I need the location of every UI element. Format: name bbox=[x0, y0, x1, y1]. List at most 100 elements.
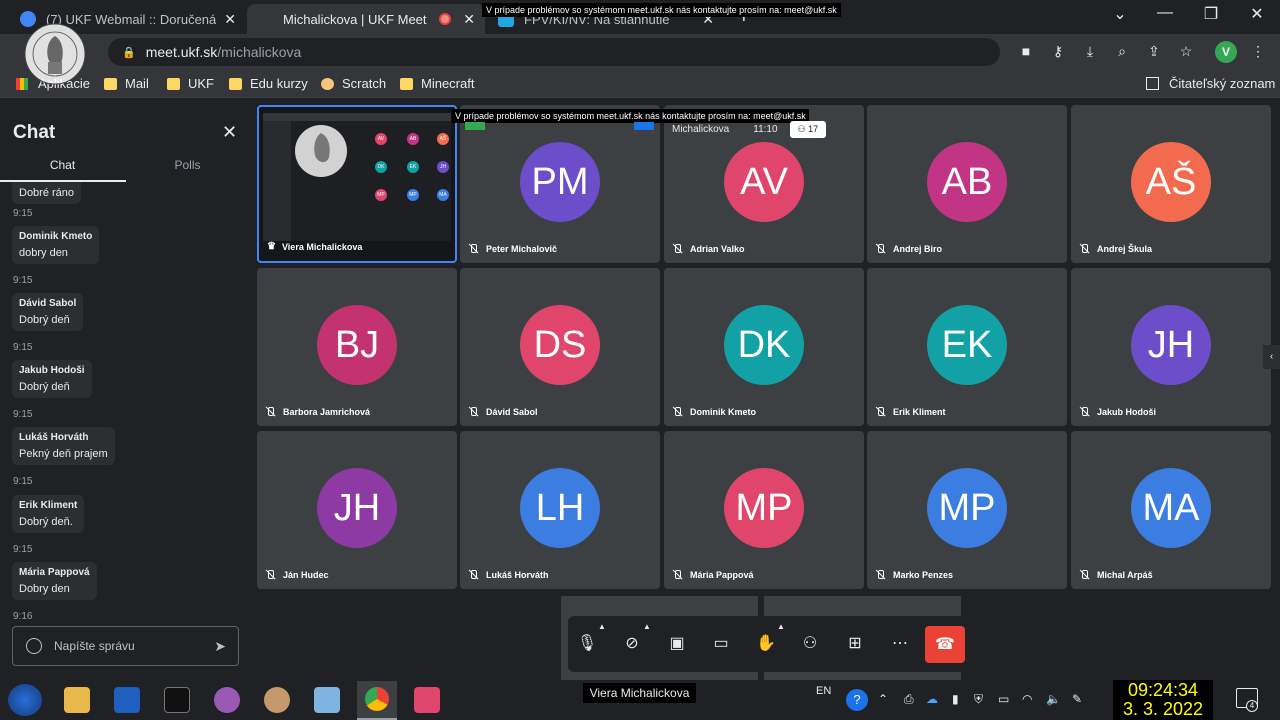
camera-off-icon[interactable]: ⊘ bbox=[614, 627, 650, 661]
close-chat-icon[interactable]: ✕ bbox=[222, 122, 237, 143]
help-icon[interactable]: ? bbox=[846, 689, 868, 711]
file-explorer-icon[interactable] bbox=[64, 687, 90, 713]
bookmark-ukf[interactable]: UKF bbox=[167, 76, 214, 91]
chevron-up-icon[interactable]: ▲ bbox=[775, 622, 787, 632]
bookmark-edu-kurzy[interactable]: Edu kurzy bbox=[229, 76, 308, 91]
avatar: MP bbox=[927, 468, 1007, 548]
chevron-up-icon[interactable]: ⌃ bbox=[878, 692, 888, 706]
language-indicator[interactable]: EN bbox=[816, 685, 831, 697]
paint-icon[interactable] bbox=[214, 687, 240, 713]
participant-tile[interactable]: AB Andrej Biro bbox=[867, 105, 1067, 263]
zoom-icon[interactable]: ⌕ bbox=[1113, 42, 1131, 60]
participant-tile[interactable]: PM Peter Michalovič bbox=[460, 105, 660, 263]
share-icon[interactable]: ⇪ bbox=[1145, 42, 1163, 60]
tab-meet[interactable]: Michalickova | UKF Meet ✕ bbox=[247, 4, 485, 34]
participant-tile[interactable]: AŠ Andrej Škula bbox=[1071, 105, 1271, 263]
participant-name: Peter Michalovič bbox=[468, 244, 557, 254]
chevron-left-icon[interactable]: ‹ bbox=[1263, 345, 1280, 369]
chat-message: Lukáš Horváth Pekný deň prajem bbox=[12, 427, 115, 465]
participant-tile[interactable]: DK Dominik Kmeto bbox=[664, 268, 864, 426]
cloud-icon[interactable]: ☁ bbox=[926, 692, 938, 706]
participant-tile[interactable]: MA Michal Arpáš bbox=[1071, 431, 1271, 589]
participant-tile[interactable]: LH Lukáš Horváth bbox=[460, 431, 660, 589]
restore-icon[interactable]: ❐ bbox=[1196, 4, 1226, 24]
tile-view-icon[interactable]: ⊞ bbox=[837, 627, 873, 661]
mic-off-icon bbox=[265, 407, 275, 417]
close-tab-icon[interactable]: ✕ bbox=[224, 11, 236, 28]
bookmark-star-icon[interactable]: ☆ bbox=[1177, 42, 1195, 60]
mic-off-icon bbox=[672, 570, 682, 580]
emoji-icon[interactable] bbox=[26, 638, 42, 654]
participant-tile[interactable]: MP Marko Penzes bbox=[867, 431, 1067, 589]
avatar: AB bbox=[927, 142, 1007, 222]
participant-count[interactable]: ⚇ 17 bbox=[789, 121, 827, 138]
message-list[interactable]: Dobré ráno 9:15 Dominik Kmeto dobry den … bbox=[0, 182, 248, 622]
participant-tile[interactable]: MP Mária Pappová bbox=[664, 431, 864, 589]
terminal-icon[interactable] bbox=[164, 687, 190, 713]
bookmark-mail[interactable]: Mail bbox=[104, 76, 149, 91]
bookmark-minecraft[interactable]: Minecraft bbox=[400, 76, 474, 91]
message-author: Mária Pappová bbox=[19, 567, 90, 578]
camera-icon[interactable]: ■ bbox=[1017, 42, 1035, 60]
tab-chat[interactable]: Chat bbox=[0, 158, 125, 172]
url-bar[interactable]: 🔒 meet.ukf.sk /michalickova bbox=[108, 38, 1000, 66]
palette-icon[interactable] bbox=[264, 687, 290, 713]
wifi-icon[interactable]: ◠ bbox=[1022, 692, 1032, 706]
participant-tile[interactable]: DS Dávid Sabol bbox=[460, 268, 660, 426]
pen-icon[interactable]: ✎ bbox=[1072, 692, 1082, 706]
more-options-icon[interactable]: ⋯ bbox=[882, 627, 918, 661]
raise-hand-icon[interactable]: ✋ bbox=[748, 627, 784, 661]
participant-tile[interactable]: EK Erik Kliment bbox=[867, 268, 1067, 426]
send-icon[interactable]: ➤ bbox=[214, 638, 226, 655]
chat-icon[interactable]: ▭ bbox=[703, 627, 739, 661]
message-text: Dobrý deň bbox=[19, 381, 70, 393]
close-window-icon[interactable]: ✕ bbox=[1242, 4, 1272, 24]
hang-up-button[interactable]: ☎ bbox=[925, 626, 965, 663]
indicator-green bbox=[465, 122, 485, 130]
printer-icon[interactable]: ⎙ bbox=[904, 692, 914, 707]
message-time: 9:15 bbox=[13, 342, 33, 353]
profile-avatar[interactable]: V bbox=[1215, 41, 1237, 63]
volume-icon[interactable]: 🔈 bbox=[1046, 692, 1061, 706]
start-orb-icon[interactable] bbox=[8, 684, 42, 716]
moderator-crown-icon: ♛ bbox=[267, 241, 276, 252]
close-tab-icon[interactable]: ✕ bbox=[463, 11, 475, 28]
screen-share-icon[interactable]: ▣ bbox=[659, 627, 695, 661]
message-input[interactable] bbox=[54, 639, 194, 653]
save-disk-icon[interactable] bbox=[114, 687, 140, 713]
install-icon[interactable]: ⤓ bbox=[1081, 42, 1099, 60]
participant-name: ♛ Viera Michalickova bbox=[267, 241, 363, 252]
mic-off-icon bbox=[875, 244, 885, 254]
recording-icon bbox=[439, 13, 452, 25]
mic-off-icon bbox=[672, 407, 682, 417]
screen-share-tile[interactable]: AV AB AŠ DK EK JH MP MP MA ♛ Viera Micha… bbox=[257, 105, 457, 263]
menu-dots-icon[interactable]: ⋮ bbox=[1249, 42, 1267, 60]
minimize-icon[interactable]: — bbox=[1150, 4, 1180, 22]
tab-polls[interactable]: Polls bbox=[125, 158, 250, 172]
notes-icon[interactable] bbox=[314, 687, 340, 713]
chevron-up-icon[interactable]: ▲ bbox=[596, 622, 608, 632]
tab-search-icon[interactable]: ⌄ bbox=[1105, 4, 1135, 24]
participant-tile[interactable]: BJ Barbora Jamrichová bbox=[257, 268, 457, 426]
microphone-icon[interactable]: 🎙 bbox=[569, 627, 605, 661]
bookmark-scratch[interactable]: Scratch bbox=[321, 76, 386, 91]
battery-icon[interactable]: ▭ bbox=[998, 692, 1009, 706]
usb-icon[interactable]: ▮ bbox=[952, 692, 959, 706]
system-clock[interactable]: 09:24:34 3. 3. 2022 bbox=[1113, 680, 1213, 720]
key-icon[interactable]: ⚷ bbox=[1049, 42, 1067, 60]
participant-tile[interactable]: JH Jakub Hodoši bbox=[1071, 268, 1271, 426]
intellij-icon[interactable] bbox=[414, 687, 440, 713]
participant-name: Ján Hudec bbox=[265, 570, 329, 580]
shield-icon[interactable]: ⛨ bbox=[974, 692, 983, 707]
reading-list-icon bbox=[1146, 77, 1159, 90]
chevron-up-icon[interactable]: ▲ bbox=[641, 622, 653, 632]
avatar: JH bbox=[1131, 305, 1211, 385]
message-time: 9:16 bbox=[13, 611, 33, 622]
avatar: DS bbox=[520, 305, 600, 385]
participants-icon[interactable]: ⚇ bbox=[792, 627, 828, 661]
phone-icon: ☎ bbox=[935, 636, 955, 653]
participant-tile[interactable]: JH Ján Hudec bbox=[257, 431, 457, 589]
reading-list[interactable]: Čitateľský zoznam bbox=[1146, 76, 1275, 91]
participant-name: Dominik Kmeto bbox=[672, 407, 756, 417]
taskbar-chrome-active[interactable] bbox=[357, 681, 397, 720]
